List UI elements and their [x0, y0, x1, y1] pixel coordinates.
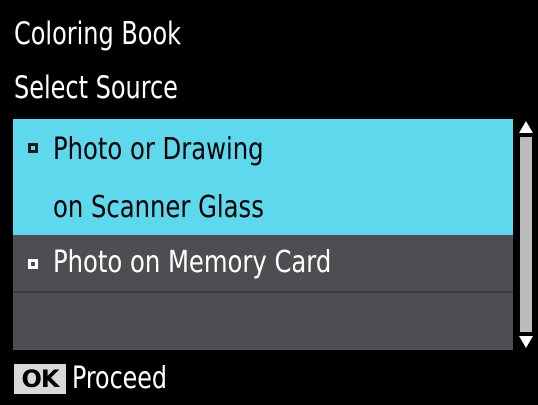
source-option-scanner-glass[interactable]: Photo or Drawing on Scanner Glass	[13, 119, 513, 235]
screen-subtitle: Select Source	[14, 70, 178, 106]
triangle-down-icon	[519, 336, 533, 348]
source-list: Photo or Drawing on Scanner Glass Photo …	[13, 119, 513, 350]
source-option-memory-card[interactable]: Photo on Memory Card	[13, 235, 513, 293]
bullet-icon	[28, 143, 38, 153]
source-option-label-line2: on Scanner Glass	[53, 190, 264, 225]
triangle-up-icon	[519, 121, 533, 133]
scrollbar-track[interactable]	[520, 137, 532, 332]
source-option-label-line1: Photo or Drawing	[53, 132, 264, 167]
proceed-label: Proceed	[72, 361, 167, 396]
list-scrollbar[interactable]	[516, 119, 536, 350]
source-option-label: Photo on Memory Card	[53, 245, 332, 280]
screen-title: Coloring Book	[14, 16, 182, 52]
bullet-icon	[28, 259, 38, 269]
printer-lcd-screen: Coloring Book Select Source Photo or Dra…	[0, 0, 538, 405]
ok-key-badge: OK	[14, 364, 66, 394]
